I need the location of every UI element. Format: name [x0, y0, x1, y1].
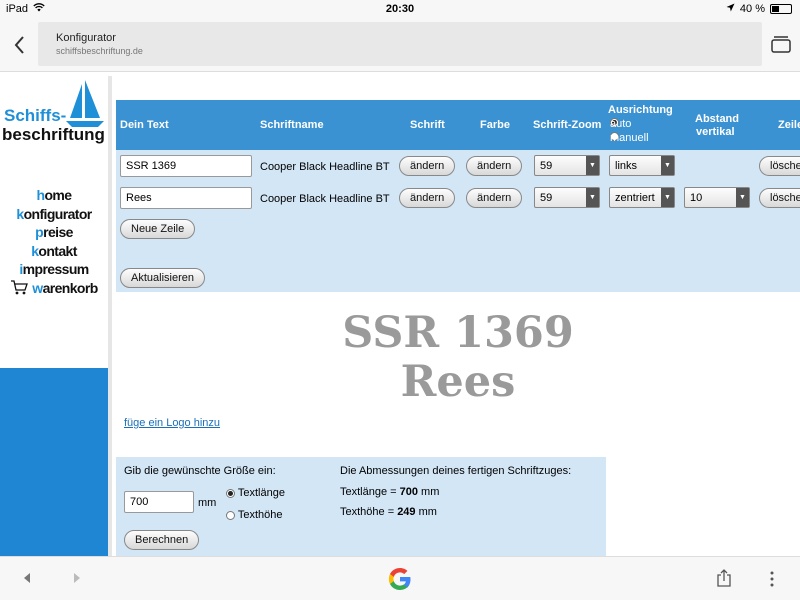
- size-input[interactable]: [124, 491, 194, 513]
- update-button[interactable]: Aktualisieren: [120, 268, 205, 288]
- battery-percent: 40 %: [739, 3, 765, 15]
- preview-line1: SSR 1369: [342, 308, 574, 358]
- site-logo[interactable]: Schiffs- beschriftung: [2, 78, 106, 148]
- textlength-radio[interactable]: [226, 488, 235, 498]
- nav-item-preise[interactable]: preise: [0, 223, 108, 242]
- dropdown-arrow-icon: ▼: [586, 188, 599, 207]
- size-prompt: Gib die gewünschte Größe ein:: [124, 465, 276, 477]
- page-url: schiffsbeschriftung.de: [56, 46, 143, 56]
- nav-item-warenkorb[interactable]: warenkorb: [0, 279, 108, 298]
- location-arrow-icon: [726, 3, 735, 15]
- zoom-select-row2[interactable]: 59 ▼: [534, 187, 600, 208]
- result-length: Textlänge = 700 mm: [340, 486, 440, 498]
- nav-back-button[interactable]: [22, 572, 32, 587]
- alignment-select-row1[interactable]: links ▼: [609, 155, 675, 176]
- share-button[interactable]: [716, 569, 732, 590]
- header-font-name: Schriftname: [260, 119, 324, 131]
- dropdown-arrow-icon: ▼: [661, 188, 674, 207]
- zoom-value-row2: 59: [540, 191, 553, 204]
- header-spacing-line1: Abstand: [695, 113, 739, 125]
- header-alignment: Ausrichtung: [608, 104, 673, 116]
- header-text: Dein Text: [120, 119, 169, 131]
- status-bar: iPad 20:30 40 %: [0, 0, 800, 18]
- textheight-radio[interactable]: [226, 510, 235, 520]
- zoom-value-row1: 59: [540, 159, 553, 172]
- share-icon: [717, 569, 731, 587]
- configurator-table: Dein Text Schriftname Schrift Farbe Schr…: [116, 100, 800, 292]
- nav-item-impressum[interactable]: impressum: [0, 260, 108, 279]
- font-name-row2: Cooper Black Headline BT: [260, 193, 390, 205]
- sidebar-divider: [108, 76, 112, 556]
- text-preview: SSR 1369 Rees füge ein Logo hinzu: [116, 292, 800, 457]
- dropdown-arrow-icon: ▼: [736, 188, 749, 207]
- size-calculator: Gib die gewünschte Größe ein: mm Textlän…: [116, 457, 606, 556]
- logo-line1: Schiffs-: [4, 106, 67, 125]
- new-line-button[interactable]: Neue Zeile: [120, 219, 196, 239]
- header-line: Zeile: [778, 119, 800, 131]
- main-nav: home konfigurator preise kontakt impress…: [0, 186, 108, 297]
- alignment-value-row1: links: [615, 159, 638, 172]
- option-textlength[interactable]: Textlänge: [226, 487, 285, 499]
- delete-button-row1[interactable]: lösche: [759, 156, 800, 176]
- size-unit: mm: [198, 497, 217, 509]
- sailboat-icon: [66, 80, 104, 127]
- change-color-button-row1[interactable]: ändern: [466, 156, 523, 176]
- triangle-left-icon: [24, 573, 30, 583]
- more-vertical-icon: [770, 571, 774, 587]
- more-menu-button[interactable]: [768, 571, 776, 590]
- alignment-select-row2[interactable]: zentriert ▼: [609, 187, 675, 208]
- tabs-button[interactable]: [770, 34, 792, 54]
- header-font: Schrift: [410, 119, 445, 131]
- table-header: Dein Text Schriftname Schrift Farbe Schr…: [116, 100, 800, 150]
- tabs-icon: [771, 36, 791, 53]
- font-name-row1: Cooper Black Headline BT: [260, 161, 390, 173]
- change-font-button-row2[interactable]: ändern: [399, 188, 456, 208]
- alignment-value-row2: zentriert: [615, 191, 655, 204]
- change-font-button-row1[interactable]: ändern: [399, 156, 456, 176]
- google-icon: [388, 568, 411, 590]
- zoom-select-row1[interactable]: 59 ▼: [534, 155, 600, 176]
- preview-line2: Rees: [400, 357, 516, 407]
- nav-item-kontakt[interactable]: kontakt: [0, 242, 108, 261]
- nav-item-home[interactable]: home: [0, 186, 108, 205]
- spacing-select-row2[interactable]: 10 ▼: [684, 187, 750, 208]
- table-row: Cooper Black Headline BT ändern ändern 5…: [116, 153, 800, 185]
- battery-icon: [770, 4, 792, 14]
- address-bar[interactable]: Konfigurator schiffsbeschriftung.de: [38, 22, 762, 66]
- dropdown-arrow-icon: ▼: [586, 156, 599, 175]
- nav-forward-button[interactable]: [72, 572, 82, 587]
- logo-line2: beschriftung: [2, 125, 105, 144]
- clock: 20:30: [385, 3, 415, 15]
- google-button[interactable]: [386, 565, 414, 596]
- header-color: Farbe: [480, 119, 510, 131]
- add-logo-link[interactable]: füge ein Logo hinzu: [124, 417, 220, 429]
- result-height: Texthöhe = 249 mm: [340, 506, 437, 518]
- back-button[interactable]: [10, 33, 30, 57]
- result-intro: Die Abmessungen deines fertigen Schriftz…: [340, 465, 572, 477]
- text-input-row1[interactable]: [120, 155, 252, 177]
- calculate-button[interactable]: Berechnen: [124, 530, 200, 550]
- option-textheight[interactable]: Texthöhe: [226, 509, 283, 521]
- sidebar-blue-block: [0, 368, 108, 556]
- browser-toolbar: Konfigurator schiffsbeschriftung.de: [0, 18, 800, 72]
- change-color-button-row2[interactable]: ändern: [466, 188, 523, 208]
- browser-bottom-toolbar: [0, 556, 800, 600]
- triangle-right-icon: [74, 573, 80, 583]
- sidebar: Schiffs- beschriftung home konfigurator …: [0, 76, 108, 556]
- chevron-left-icon: [14, 36, 24, 54]
- header-zoom: Schrift-Zoom: [533, 119, 602, 131]
- table-row: Cooper Black Headline BT ändern ändern 5…: [116, 185, 800, 217]
- text-input-row2[interactable]: [120, 187, 252, 209]
- battery-level: [772, 6, 780, 12]
- page-title: Konfigurator: [56, 32, 116, 44]
- dropdown-arrow-icon: ▼: [661, 156, 674, 175]
- spacing-value-row2: 10: [690, 191, 703, 204]
- header-spacing-line2: vertikal: [696, 126, 735, 138]
- nav-item-konfigurator[interactable]: konfigurator: [0, 205, 108, 224]
- delete-button-row2[interactable]: lösche: [759, 188, 800, 208]
- shopping-cart-icon: [11, 280, 29, 295]
